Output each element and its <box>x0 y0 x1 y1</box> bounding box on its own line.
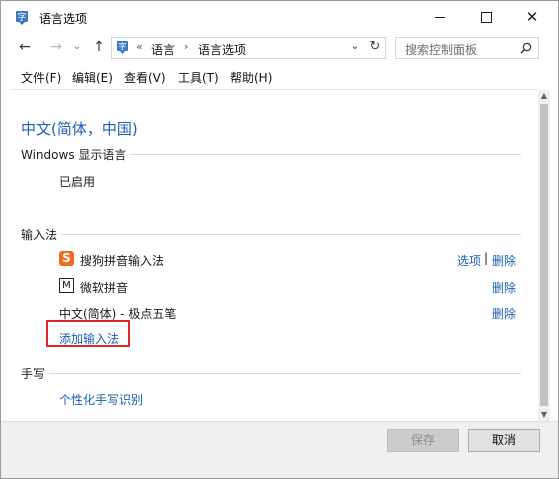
breadcrumb-language-options[interactable]: 语言选项 <box>198 41 246 58</box>
close-button[interactable]: ✕ <box>509 1 555 33</box>
breadcrumb-language[interactable]: 语言 <box>151 41 175 58</box>
menu-help[interactable]: 帮助(H) <box>230 69 272 86</box>
svg-text:字: 字 <box>119 41 127 51</box>
svg-text:字: 字 <box>17 11 26 23</box>
breadcrumb-overflow-icon[interactable]: « <box>136 40 143 53</box>
input-methods-heading: 输入法 <box>21 226 62 243</box>
refresh-icon[interactable]: ↻ <box>367 39 383 54</box>
menu-tools[interactable]: 工具(T) <box>178 69 219 86</box>
up-button[interactable]: ↑ <box>89 36 109 58</box>
input-method-name: 微软拼音 <box>80 281 129 295</box>
chevron-down-icon: ⌄ <box>72 41 82 52</box>
remove-link[interactable]: 删除 <box>492 305 516 322</box>
menu-file[interactable]: 文件(F) <box>21 69 61 86</box>
language-options-window: 字 语言选项 ✕ ← → ⌄ ↑ 字 « 语言 › 语言选项 ⌄ ↻ 搜索控制面… <box>0 0 559 479</box>
add-input-method-link[interactable]: 添加输入法 <box>59 330 119 347</box>
remove-link[interactable]: 删除 <box>492 279 516 296</box>
minimize-icon <box>435 17 445 18</box>
navigation-bar: ← → ⌄ ↑ 字 « 语言 › 语言选项 ⌄ ↻ 搜索控制面板 <box>1 33 558 63</box>
window-title: 语言选项 <box>39 12 88 26</box>
maximize-icon <box>481 12 492 23</box>
scroll-up-icon[interactable]: ▲ <box>538 90 550 102</box>
menu-edit[interactable]: 编辑(E) <box>72 69 113 86</box>
save-button[interactable]: 保存 <box>387 429 459 452</box>
back-button[interactable]: ← <box>15 36 35 58</box>
maximize-button[interactable] <box>463 1 509 33</box>
recent-locations-button[interactable]: ⌄ <box>67 36 87 58</box>
scroll-down-icon[interactable]: ▼ <box>538 409 550 421</box>
minimize-button[interactable] <box>417 1 463 33</box>
scroll-thumb[interactable] <box>540 104 548 406</box>
forward-arrow-icon: → <box>50 39 62 55</box>
search-icon[interactable] <box>520 42 532 54</box>
vertical-scrollbar[interactable]: ▲ ▼ <box>538 90 550 421</box>
language-location-icon: 字 <box>117 41 128 54</box>
breadcrumb-separator-icon[interactable]: › <box>184 40 188 53</box>
title-bar: 字 语言选项 ✕ <box>1 1 558 33</box>
microsoft-pinyin-icon: M <box>59 278 74 293</box>
remove-link[interactable]: 删除 <box>492 252 516 269</box>
up-arrow-icon: ↑ <box>93 39 105 55</box>
input-method-name: 搜狗拼音输入法 <box>80 254 165 268</box>
cancel-button[interactable]: 取消 <box>468 429 540 452</box>
menu-bar: 文件(F) 编辑(E) 查看(V) 工具(T) 帮助(H) <box>1 67 541 87</box>
section-divider <box>21 373 521 374</box>
link-separator: | <box>484 251 489 265</box>
language-title: 中文(简体，中国) <box>21 120 138 138</box>
personalize-handwriting-link[interactable]: 个性化手写识别 <box>59 391 143 408</box>
close-icon: ✕ <box>525 8 539 26</box>
display-language-status: 已启用 <box>59 175 96 189</box>
content-panel: 中文(简体，中国) Windows 显示语言 已启用 输入法 S 搜狗拼音输入法… <box>11 90 537 421</box>
section-divider <box>21 234 521 235</box>
sogou-icon: S <box>59 251 74 266</box>
handwriting-heading: 手写 <box>21 365 50 382</box>
options-link[interactable]: 选项 <box>457 252 481 269</box>
language-app-icon: 字 <box>16 11 28 25</box>
address-bar[interactable]: 字 « 语言 › 语言选项 ⌄ ↻ <box>111 37 386 59</box>
menu-view[interactable]: 查看(V) <box>124 69 166 86</box>
display-language-heading: Windows 显示语言 <box>21 146 131 163</box>
address-dropdown-icon[interactable]: ⌄ <box>348 39 362 52</box>
forward-button[interactable]: → <box>46 36 66 58</box>
search-input[interactable]: 搜索控制面板 <box>405 41 477 58</box>
search-box[interactable]: 搜索控制面板 <box>395 37 539 59</box>
back-arrow-icon: ← <box>19 39 31 55</box>
button-bar: 保存 取消 <box>1 421 558 478</box>
